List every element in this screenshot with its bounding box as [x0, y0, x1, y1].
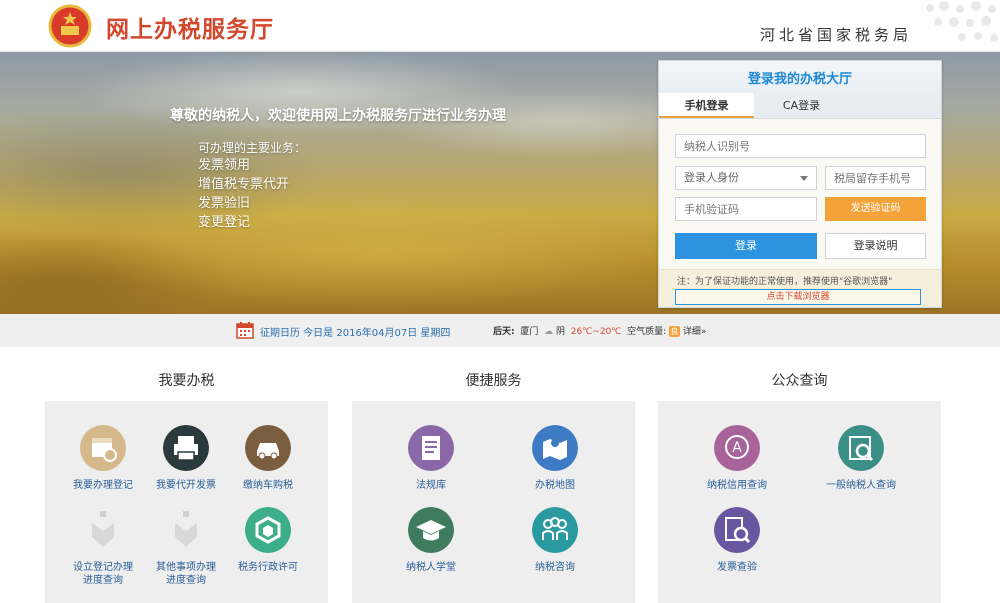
national-emblem-icon: [48, 4, 92, 48]
login-button[interactable]: 登录: [675, 233, 817, 259]
calendar-clock-icon: [80, 425, 126, 471]
download-browser-link[interactable]: 点击下载浏览器: [675, 289, 921, 305]
browser-note: 注：为了保证功能的正常使用，推荐使用"谷歌浏览器": [677, 277, 893, 287]
calendar-icon[interactable]: [236, 321, 254, 339]
decorative-dots: [926, 1, 998, 42]
weather-city: 厦门: [520, 327, 539, 337]
shield-icon: [245, 507, 291, 553]
role-select-value: 登录人身份: [684, 171, 739, 184]
weather-condition: 阴: [555, 327, 565, 337]
temperature: 26℃~20℃: [570, 327, 622, 337]
tax-calendar-link[interactable]: 征期日历 今日是 2016年04月07日 星期四: [260, 324, 450, 339]
service-label: 办税地图: [535, 480, 575, 491]
info-bar: 征期日历 今日是 2016年04月07日 星期四 后天: 厦门 ☁ 阴 26℃~…: [0, 314, 1000, 347]
cloud-icon: ☁: [544, 327, 554, 337]
business-list: 发票领用 增值税专票代开 发票验旧 变更登记: [198, 156, 289, 232]
business-item: 发票验旧: [198, 196, 251, 211]
service-label: 发票查验: [717, 562, 757, 573]
sms-code-input[interactable]: [675, 197, 817, 221]
car-icon: [245, 425, 291, 471]
weather-info: 后天: 厦门 ☁ 阴 26℃~20℃ 空气质量: 良 详细»: [493, 324, 706, 337]
printer-icon: [163, 425, 209, 471]
tab-phone-login[interactable]: 手机登录: [659, 93, 754, 118]
weather-detail-link[interactable]: 详细»: [683, 327, 707, 337]
service-label: 纳税人学堂: [406, 562, 456, 573]
panel-tax-handling: 我要办理登记 我要代开发票 缴纳车购税 设立登记办理 进度查询 其他事项办理 进…: [45, 401, 328, 603]
service-label: 税务行政许可: [238, 562, 298, 573]
service-invoice-check[interactable]: 发票查验: [682, 507, 792, 574]
air-quality-badge: 良: [669, 326, 681, 337]
air-quality-label: 空气质量:: [627, 327, 667, 337]
weather-day: 后天:: [493, 327, 515, 337]
tab-ca-login[interactable]: CA登录: [754, 93, 849, 118]
service-label: 纳税信用查询: [707, 480, 767, 491]
business-item: 增值税专票代开: [198, 177, 290, 192]
send-code-button[interactable]: 发送验证码: [825, 197, 926, 221]
map-icon: [532, 425, 578, 471]
svg-text:A: A: [732, 440, 742, 456]
document-icon: [408, 425, 454, 471]
panel-public-query: A 纳税信用查询 一般纳税人查询 发票查验: [658, 401, 941, 603]
service-vehicle-tax[interactable]: 缴纳车购税: [213, 425, 323, 492]
service-label: 法规库: [416, 480, 446, 491]
section-title-public-query: 公众查询: [771, 373, 828, 389]
bureau-name: 河北省国家税务局: [759, 26, 912, 44]
graduation-cap-icon: [408, 507, 454, 553]
service-label: 纳税咨询: [535, 562, 575, 573]
progress-ghost-icon: [92, 511, 114, 547]
browser-note-area: 注：为了保证功能的正常使用，推荐使用"谷歌浏览器" 点击下载浏览器: [659, 269, 941, 307]
service-label: 缴纳车购税: [243, 480, 293, 491]
service-credit-query[interactable]: A 纳税信用查询: [682, 425, 792, 492]
search-doc-icon: [838, 425, 884, 471]
login-help-button[interactable]: 登录说明: [825, 233, 926, 259]
service-tax-consult[interactable]: 纳税咨询: [500, 507, 610, 574]
login-tabs: 手机登录 CA登录: [659, 93, 941, 119]
welcome-text: 尊敬的纳税人，欢迎使用网上办税服务厅进行业务办理: [170, 108, 506, 124]
service-tax-map[interactable]: 办税地图: [500, 425, 610, 492]
invoice-check-icon: [714, 507, 760, 553]
login-title: 登录我的办税大厅: [659, 61, 941, 93]
role-select[interactable]: 登录人身份: [675, 166, 817, 190]
business-list-title: 可办理的主要业务：: [198, 141, 307, 155]
people-icon: [532, 507, 578, 553]
panel-convenience: 法规库 办税地图 纳税人学堂 纳税咨询: [352, 401, 635, 603]
service-admin-license[interactable]: 税务行政许可: [213, 507, 323, 574]
section-title-tax-handling: 我要办税: [158, 373, 215, 389]
section-title-convenience: 便捷服务: [465, 373, 522, 389]
credit-a-icon: A: [714, 425, 760, 471]
taxpayer-id-input[interactable]: [675, 134, 926, 158]
header: 网上办税服务厅 河北省国家税务局: [0, 0, 1000, 52]
chevron-down-icon: [800, 176, 808, 181]
phone-input[interactable]: [825, 166, 926, 190]
progress-ghost-icon: [175, 511, 197, 547]
business-item: 变更登记: [198, 215, 251, 230]
service-taxpayer-school[interactable]: 纳税人学堂: [376, 507, 486, 574]
site-title: 网上办税服务厅: [106, 17, 274, 43]
service-label: 一般纳税人查询: [826, 480, 896, 491]
business-item: 发票领用: [198, 158, 251, 173]
service-general-taxpayer-query[interactable]: 一般纳税人查询: [806, 425, 916, 492]
login-panel: 登录我的办税大厅 手机登录 CA登录 登录人身份 发送验证码 登录 登录说明 注…: [658, 60, 942, 308]
service-regulations[interactable]: 法规库: [376, 425, 486, 492]
